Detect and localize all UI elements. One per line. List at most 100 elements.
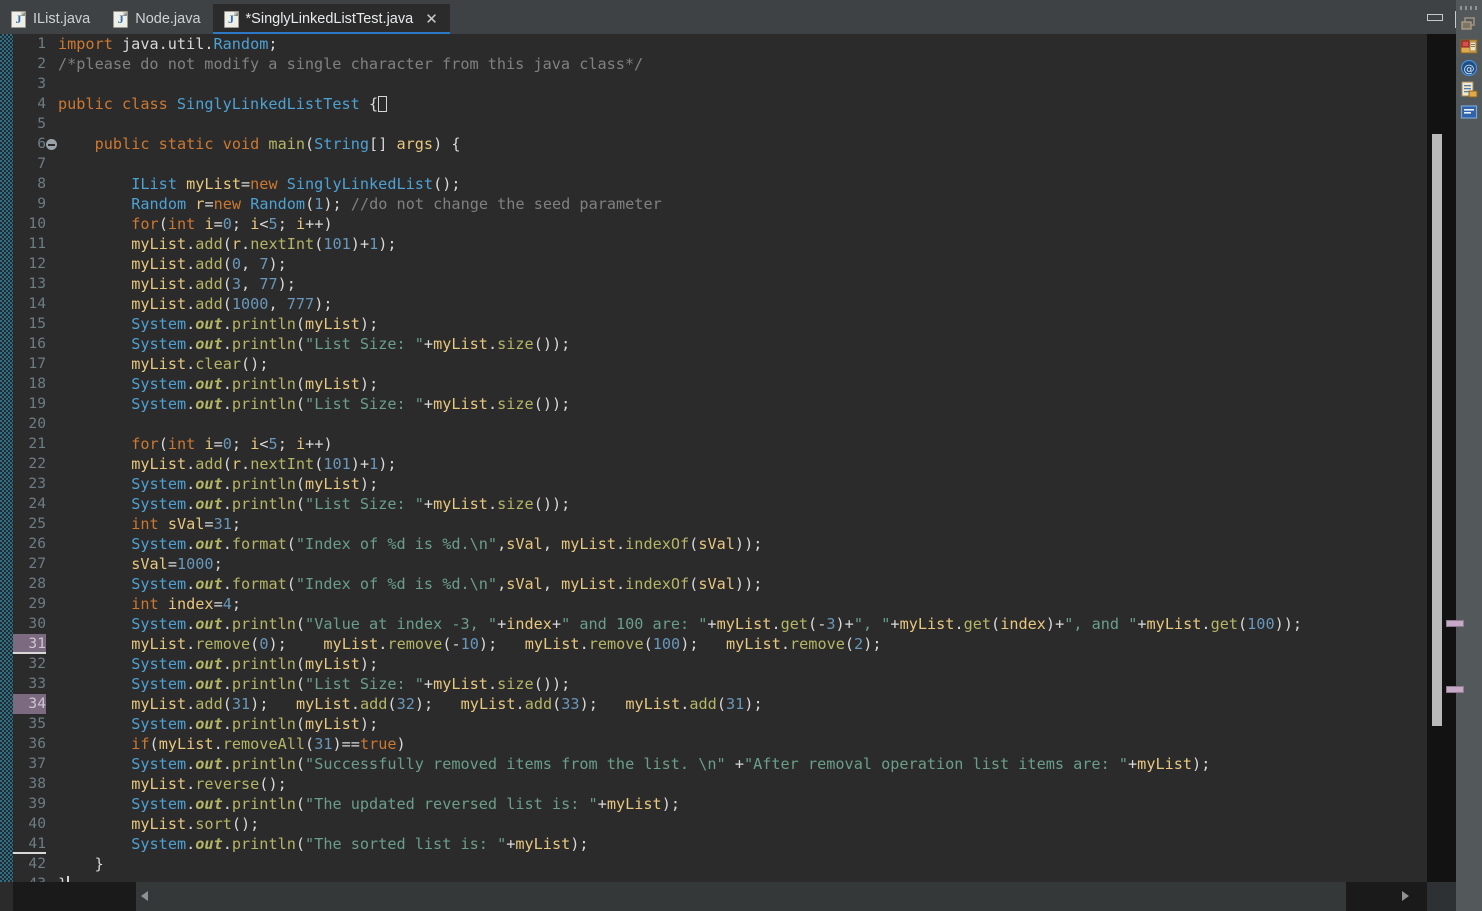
code-line[interactable]: 1 import java.util.Random;	[0, 34, 1427, 54]
code-line[interactable]: 9 Random r=new Random(1); //do not chang…	[0, 194, 1427, 214]
code-line[interactable]: 35 System.out.println(myList);	[0, 714, 1427, 734]
restore-view-icon[interactable]	[1459, 14, 1479, 34]
close-icon[interactable]: ✕	[425, 12, 438, 27]
code-text: IList myList=new SinglyLinkedList();	[131, 175, 461, 193]
code-line[interactable]: 15 System.out.println(myList);	[0, 314, 1427, 334]
line-number: 29	[28, 595, 46, 612]
code-line[interactable]: 27 sVal=1000;	[0, 554, 1427, 574]
line-number: 20	[28, 415, 46, 432]
code-line[interactable]: 5	[0, 114, 1427, 134]
tab-label: IList.java	[33, 11, 91, 27]
code-line[interactable]: 22 myList.add(r.nextInt(101)+1);	[0, 454, 1427, 474]
code-line[interactable]: 11 myList.add(r.nextInt(101)+1);	[0, 234, 1427, 254]
code-line[interactable]: 4 public class SinglyLinkedListTest {	[0, 94, 1427, 114]
code-text: System.out.println("List Size: "+myList.…	[131, 675, 571, 693]
minimize-icon[interactable]	[1426, 10, 1443, 24]
line-number: 23	[28, 475, 46, 492]
left-arrow-icon[interactable]	[141, 891, 148, 901]
code-line[interactable]: 34 myList.add(31); myList.add(32); myLis…	[0, 694, 1427, 714]
code-line[interactable]: 2 /*please do not modify a single charact…	[0, 54, 1427, 74]
code-line[interactable]: 37 System.out.println("Successfully remo…	[0, 754, 1427, 774]
code-text: System.out.println("The sorted list is: …	[131, 835, 589, 853]
tab-singlylinkedlisttest-java[interactable]: *SinglyLinkedListTest.java ✕	[212, 4, 450, 34]
horizontal-scroll-thumb[interactable]	[136, 882, 1346, 911]
code-line[interactable]: 38 myList.reverse();	[0, 774, 1427, 794]
code-line[interactable]: 8 IList myList=new SinglyLinkedList();	[0, 174, 1427, 194]
code-text: myList.add(r.nextInt(101)+1);	[131, 235, 397, 253]
code-line[interactable]: 33 System.out.println("List Size: "+myLi…	[0, 674, 1427, 694]
fold-collapse-icon[interactable]	[46, 139, 57, 150]
line-number: 38	[28, 775, 46, 792]
code-line[interactable]: 39 System.out.println("The updated rever…	[0, 794, 1427, 814]
code-line[interactable]: 12 myList.add(0, 7);	[0, 254, 1427, 274]
console-view-icon[interactable]	[1459, 102, 1479, 122]
code-text: System.out.println(myList);	[131, 315, 379, 333]
code-text: sVal=1000;	[131, 555, 223, 573]
code-text: for(int i=0; i<5; i++)	[131, 215, 333, 233]
code-text: System.out.println("Value at index -3, "…	[131, 615, 1303, 633]
code-line[interactable]: 13 myList.add(3, 77);	[0, 274, 1427, 294]
code-text: import java.util.Random;	[58, 35, 278, 53]
line-number: 37	[28, 755, 46, 772]
code-line[interactable]: 30 System.out.println("Value at index -3…	[0, 614, 1427, 634]
line-number: 24	[28, 495, 46, 512]
code-line[interactable]: 31 myList.remove(0); myList.remove(-10);…	[0, 634, 1427, 654]
code-line[interactable]: 36 if(myList.removeAll(31)==true)	[0, 734, 1427, 754]
line-number: 28	[28, 575, 46, 592]
code-line[interactable]: 24 System.out.println("List Size: "+myLi…	[0, 494, 1427, 514]
code-line[interactable]: 20	[0, 414, 1427, 434]
code-line[interactable]: 17 myList.clear();	[0, 354, 1427, 374]
code-line[interactable]: 10 for(int i=0; i<5; i++)	[0, 214, 1427, 234]
code-editor[interactable]: 1 import java.util.Random; 2 /*please do no…	[0, 34, 1427, 882]
code-line[interactable]: 23 System.out.println(myList);	[0, 474, 1427, 494]
line-number: 2	[37, 55, 46, 72]
change-marker-line-31[interactable]	[1446, 620, 1464, 627]
tab-ilist-java[interactable]: IList.java	[0, 4, 103, 34]
scrollbar-corner	[1427, 882, 1456, 911]
line-number: 19	[28, 395, 46, 412]
code-text: System.out.format("Index of %d is %d.\n"…	[131, 575, 763, 593]
code-line[interactable]: 40 myList.sort();	[0, 814, 1427, 834]
line-number: 26	[28, 535, 46, 552]
code-line[interactable]: 18 System.out.println(myList);	[0, 374, 1427, 394]
code-line[interactable]: 3	[0, 74, 1427, 94]
line-number: 11	[28, 235, 46, 252]
code-line[interactable]: 32 System.out.println(myList);	[0, 654, 1427, 674]
code-text: myList.remove(0); myList.remove(-10); my…	[131, 635, 882, 653]
code-text: System.out.println(myList);	[131, 715, 379, 733]
change-marker-line-34[interactable]	[1446, 686, 1464, 693]
line-number: 5	[37, 115, 46, 132]
tab-node-java[interactable]: Node.java	[102, 4, 213, 34]
code-line[interactable]: 26 System.out.format("Index of %d is %d.…	[0, 534, 1427, 554]
vertical-scrollbar[interactable]	[1427, 34, 1464, 882]
code-line[interactable]: 25 int sVal=31;	[0, 514, 1427, 534]
code-line[interactable]: 28 System.out.format("Index of %d is %d.…	[0, 574, 1427, 594]
code-line[interactable]: 21 for(int i=0; i<5; i++)	[0, 434, 1427, 454]
package-explorer-icon[interactable]	[1459, 36, 1479, 56]
line-number: 35	[28, 715, 46, 732]
right-arrow-icon[interactable]	[1402, 891, 1409, 901]
code-line[interactable]: 6 public static void main(String[] args)…	[0, 134, 1427, 154]
tab-label: Node.java	[135, 11, 201, 27]
code-text: if(myList.removeAll(31)==true)	[131, 735, 406, 753]
line-number: 13	[28, 275, 46, 292]
code-line[interactable]: 41 System.out.println("The sorted list i…	[0, 834, 1427, 854]
vertical-scroll-thumb[interactable]	[1432, 134, 1442, 726]
code-line[interactable]: 14 myList.add(1000, 777);	[0, 294, 1427, 314]
code-text: myList.add(31); myList.add(32); myList.a…	[131, 695, 763, 713]
line-number: 27	[28, 555, 46, 572]
code-line[interactable]: 7	[0, 154, 1427, 174]
code-line[interactable]: 43}	[0, 874, 1427, 882]
editor-tab-bar: IList.java Node.java *SinglyLinkedListTe…	[0, 0, 1482, 34]
code-line[interactable]: 19 System.out.println("List Size: "+myLi…	[0, 394, 1427, 414]
task-list-icon[interactable]	[1459, 80, 1479, 100]
code-line[interactable]: 29 int index=4;	[0, 594, 1427, 614]
code-line[interactable]: 42 }	[0, 854, 1427, 874]
code-text: System.out.format("Index of %d is %d.\n"…	[131, 535, 763, 553]
code-lines-container[interactable]: 1 import java.util.Random; 2 /*please do no…	[0, 34, 1427, 882]
horizontal-scrollbar[interactable]	[13, 882, 1427, 911]
at-outline-icon[interactable]: @	[1459, 58, 1479, 78]
code-line[interactable]: 16 System.out.println("List Size: "+myLi…	[0, 334, 1427, 354]
line-number: 39	[28, 795, 46, 812]
code-text: myList.add(3, 77);	[131, 275, 296, 293]
